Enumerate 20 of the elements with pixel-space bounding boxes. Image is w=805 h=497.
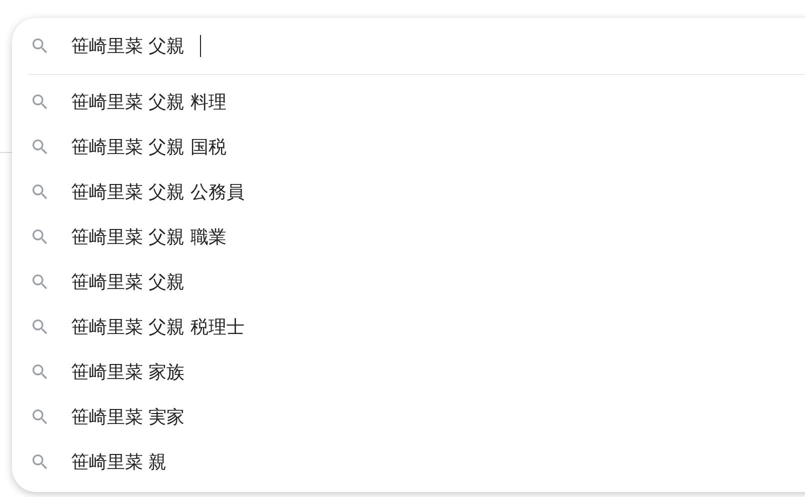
search-icon (30, 316, 50, 336)
suggestion-item[interactable]: 笹崎里菜 父親 公務員 (71, 180, 244, 204)
suggestion-item[interactable]: 笹崎里菜 親 (71, 450, 167, 474)
search-icon (30, 406, 50, 426)
suggestion-item[interactable]: 笹崎里菜 父親 税理士 (71, 314, 244, 338)
search-icon (30, 36, 50, 56)
suggestion-item[interactable]: 笹崎里菜 父親 (71, 270, 185, 294)
search-icon (30, 136, 50, 156)
suggestion-item[interactable]: 笹崎里菜 父親 職業 (71, 224, 226, 248)
search-icon (30, 272, 50, 292)
suggestion-item[interactable]: 笹崎里菜 父親 料理 (71, 90, 226, 114)
search-icon (30, 92, 50, 112)
search-icon (30, 452, 50, 472)
search-field[interactable]: 笹崎里菜 父親 (71, 34, 202, 58)
suggestion-item[interactable]: 笹崎里菜 実家 (71, 404, 185, 428)
search-icon (30, 226, 50, 246)
suggestion-item[interactable]: 笹崎里菜 父親 国税 (71, 134, 226, 158)
search-icon (30, 362, 50, 382)
search-icon (30, 182, 50, 202)
suggestion-item[interactable]: 笹崎里菜 家族 (71, 360, 185, 384)
